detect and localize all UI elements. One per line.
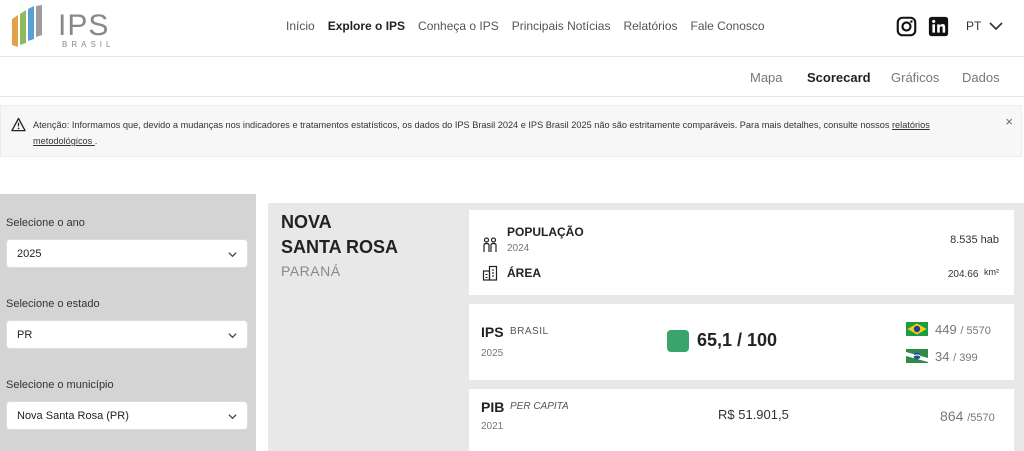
area-unit: km² (984, 267, 999, 277)
year-select-value: 2025 (17, 248, 42, 260)
nav-conheca-o-ips[interactable]: Conheça o IPS (418, 19, 499, 33)
ips-title: IPS (481, 324, 504, 340)
main-nav: Início Explore o IPS Conheça o IPS Princ… (286, 19, 765, 33)
view-tabs: Mapa Scorecard Gráficos Dados (0, 57, 1024, 97)
nav-principais-noticias[interactable]: Principais Notícias (512, 19, 611, 33)
pib-rank-value: 864 (940, 408, 964, 424)
logo-text: IPS (58, 9, 110, 42)
alert-text: Atenção: Informamos que, devido a mudanç… (33, 120, 892, 130)
rank-brasil-value: 449 (935, 322, 957, 337)
filters-panel: Selecione o ano 2025 Selecione o estado … (0, 194, 256, 451)
score-indicator (667, 330, 689, 352)
city-label: Selecione o município (6, 379, 114, 391)
alert-suffix: . (94, 136, 98, 146)
nav-inicio[interactable]: Início (286, 19, 315, 33)
tab-graficos[interactable]: Gráficos (891, 70, 939, 85)
tab-dados[interactable]: Dados (962, 70, 1000, 85)
population-area-card: POPULAÇÃO 2024 8.535 hab ÁREA 204.66 km² (469, 210, 1014, 295)
state-select[interactable]: PR (6, 320, 248, 349)
rank-brasil: 449 / 5570 (935, 322, 991, 337)
state-label: Selecione o estado (6, 298, 100, 310)
state-select-value: PR (17, 329, 33, 341)
municipio-name-line1: NOVA (281, 212, 332, 232)
buildings-icon (482, 265, 498, 281)
area-title: ÁREA (507, 266, 542, 280)
logo-mark-icon (12, 5, 42, 47)
nav-fale-conosco[interactable]: Fale Conosco (691, 19, 765, 33)
linkedin-icon[interactable] (928, 16, 949, 37)
nav-relatorios[interactable]: Relatórios (623, 19, 677, 33)
year-select[interactable]: 2025 (6, 239, 248, 268)
rank-brasil-total: / 5570 (960, 325, 991, 337)
rank-estado: 34 / 399 (935, 349, 978, 364)
pib-title: PIB (481, 399, 505, 415)
chevron-down-icon (228, 252, 237, 258)
brazil-flag-icon (906, 322, 928, 336)
municipio-name-line2: SANTA ROSA (281, 237, 398, 257)
population-year: 2024 (507, 243, 530, 254)
pib-card: PIB PER CAPITA 2021 R$ 51.901,5 864 /557… (469, 389, 1014, 451)
instagram-icon[interactable] (896, 16, 917, 37)
comparability-alert: Atenção: Informamos que, devido a mudanç… (0, 105, 1022, 157)
ips-brasil-logo[interactable]: IPS BRASIL (10, 5, 110, 49)
chevron-down-icon (228, 414, 237, 420)
municipio-name: NOVA SANTA ROSA (281, 210, 461, 260)
population-value: 8.535 hab (950, 234, 999, 246)
nav-explore-o-ips[interactable]: Explore o IPS (328, 19, 405, 33)
tab-scorecard[interactable]: Scorecard (807, 70, 871, 85)
chevron-down-icon (989, 21, 1003, 30)
social-links (896, 16, 949, 37)
alert-message: Atenção: Informamos que, devido a mudanç… (33, 117, 973, 149)
area-value-group: 204.66 km² (948, 267, 999, 280)
parana-flag-icon (906, 349, 928, 363)
municipio-state: PARANÁ (281, 263, 341, 279)
chevron-down-icon (228, 333, 237, 339)
pib-value: R$ 51.901,5 (718, 407, 789, 422)
top-header: IPS BRASIL Início Explore o IPS Conheça … (0, 0, 1024, 57)
close-alert-button[interactable]: × (1005, 114, 1013, 129)
language-label: PT (966, 19, 982, 33)
ips-year: 2025 (481, 348, 504, 359)
ips-score: 65,1 / 100 (697, 330, 778, 350)
pib-per-capita: PER CAPITA (510, 401, 569, 412)
rank-estado-value: 34 (935, 349, 950, 364)
tab-mapa[interactable]: Mapa (750, 70, 783, 85)
pib-year: 2021 (481, 421, 504, 432)
scorecard-panel: NOVA SANTA ROSA PARANÁ POPULAÇÃO 2024 8.… (268, 203, 1024, 451)
city-select[interactable]: Nova Santa Rosa (PR) (6, 401, 248, 430)
people-icon (483, 237, 497, 252)
pib-rank: 864 /5570 (940, 408, 995, 424)
year-label: Selecione o ano (6, 217, 85, 229)
pib-rank-total: /5570 (967, 412, 995, 424)
language-selector[interactable]: PT (966, 19, 1003, 33)
rank-estado-total: / 399 (953, 352, 978, 364)
ips-brand: BRASIL (510, 326, 549, 337)
city-select-value: Nova Santa Rosa (PR) (17, 410, 129, 422)
logo-subtext: BRASIL (62, 40, 115, 49)
ips-card: IPS BRASIL 2025 65,1 / 100 449 / 5570 34… (469, 304, 1014, 380)
population-title: POPULAÇÃO (507, 225, 584, 239)
warning-icon (11, 117, 26, 132)
area-value: 204.66 (947, 269, 979, 280)
